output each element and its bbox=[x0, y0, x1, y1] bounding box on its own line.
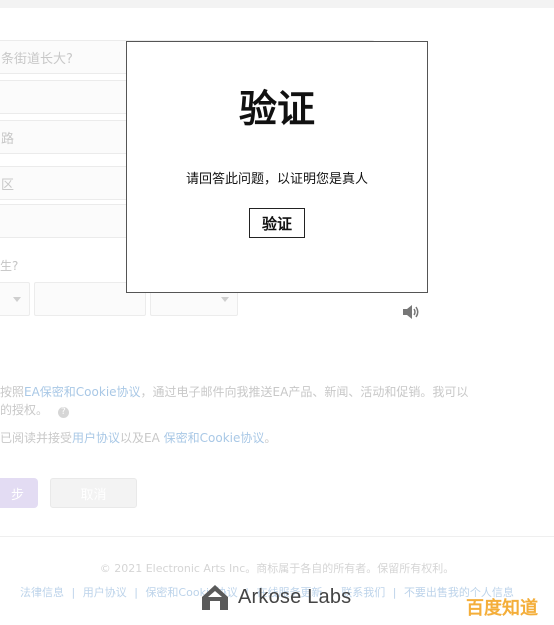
modal-title: 验证 bbox=[238, 87, 315, 131]
consent-prefix: 按照 bbox=[0, 385, 25, 399]
footer-divider bbox=[0, 536, 554, 537]
street-field[interactable]: 路 bbox=[0, 120, 135, 154]
birth-day-select[interactable] bbox=[0, 282, 30, 316]
top-bar bbox=[0, 0, 554, 8]
arkose-labs-text: Arkose Labs bbox=[238, 585, 352, 608]
marketing-consent-text: 按照EA保密和Cookie协议，通过电子邮件向我推送EA产品、新闻、活动和促销。… bbox=[0, 383, 468, 400]
terms-mid: 以及EA bbox=[120, 431, 164, 445]
footer-separator: | bbox=[134, 586, 138, 599]
speaker-icon[interactable] bbox=[401, 304, 421, 324]
user-agreement-link[interactable]: 用户协议 bbox=[72, 431, 120, 445]
cancel-button[interactable]: 取消 bbox=[50, 478, 137, 508]
terms-prefix: 已阅读并接受 bbox=[0, 431, 73, 445]
copyright-text: © 2021 Electronic Arts Inc。商标属于各自的所有者。保留… bbox=[99, 562, 455, 575]
district-field[interactable]: 区 bbox=[0, 166, 135, 200]
baidu-zhidao-watermark: 百度知道 bbox=[466, 598, 538, 619]
modal-message: 请回答此问题，以证明您是真人 bbox=[185, 172, 368, 187]
extra-field[interactable] bbox=[0, 204, 135, 238]
terms-suffix: 。 bbox=[264, 431, 277, 445]
answer-field[interactable] bbox=[0, 80, 135, 114]
next-step-button[interactable]: 步 bbox=[0, 478, 38, 508]
footer-link-user-agreement[interactable]: 用户协议 bbox=[83, 586, 127, 599]
chevron-down-icon bbox=[221, 297, 229, 302]
cancel-label: 取消 bbox=[80, 487, 107, 503]
verify-button[interactable]: 验证 bbox=[249, 208, 305, 238]
arkose-labs-logo: Arkose Labs bbox=[200, 583, 351, 611]
chevron-down-icon bbox=[13, 297, 21, 302]
street-field-text: 路 bbox=[1, 131, 15, 147]
district-field-text: 区 bbox=[1, 177, 15, 193]
arkose-logo-icon bbox=[202, 585, 228, 610]
footer-separator: | bbox=[392, 586, 397, 599]
next-step-label: 步 bbox=[10, 487, 24, 503]
help-icon[interactable]: ? bbox=[57, 407, 69, 418]
consent-line2-text: 的授权。 bbox=[0, 403, 49, 417]
footer-separator: | bbox=[71, 586, 76, 599]
birth-label: 生? bbox=[0, 259, 19, 273]
verify-button-label: 验证 bbox=[261, 214, 292, 233]
security-question-text: 条街道长大? bbox=[1, 51, 73, 67]
terms-acceptance-text: 已阅读并接受用户协议以及EA 保密和Cookie协议。 bbox=[0, 429, 276, 446]
privacy-cookie-link[interactable]: 保密和Cookie协议 bbox=[164, 431, 265, 445]
privacy-link[interactable]: EA保密和Cookie协议 bbox=[24, 385, 141, 399]
consent-line2: 的授权。 ? bbox=[0, 401, 69, 418]
verification-modal: 验证 请回答此问题，以证明您是真人 验证 bbox=[126, 41, 428, 293]
footer-link-legal[interactable]: 法律信息 bbox=[20, 586, 64, 599]
consent-suffix: ，通过电子邮件向我推送EA产品、新闻、活动和促销。我可以 bbox=[140, 385, 469, 399]
